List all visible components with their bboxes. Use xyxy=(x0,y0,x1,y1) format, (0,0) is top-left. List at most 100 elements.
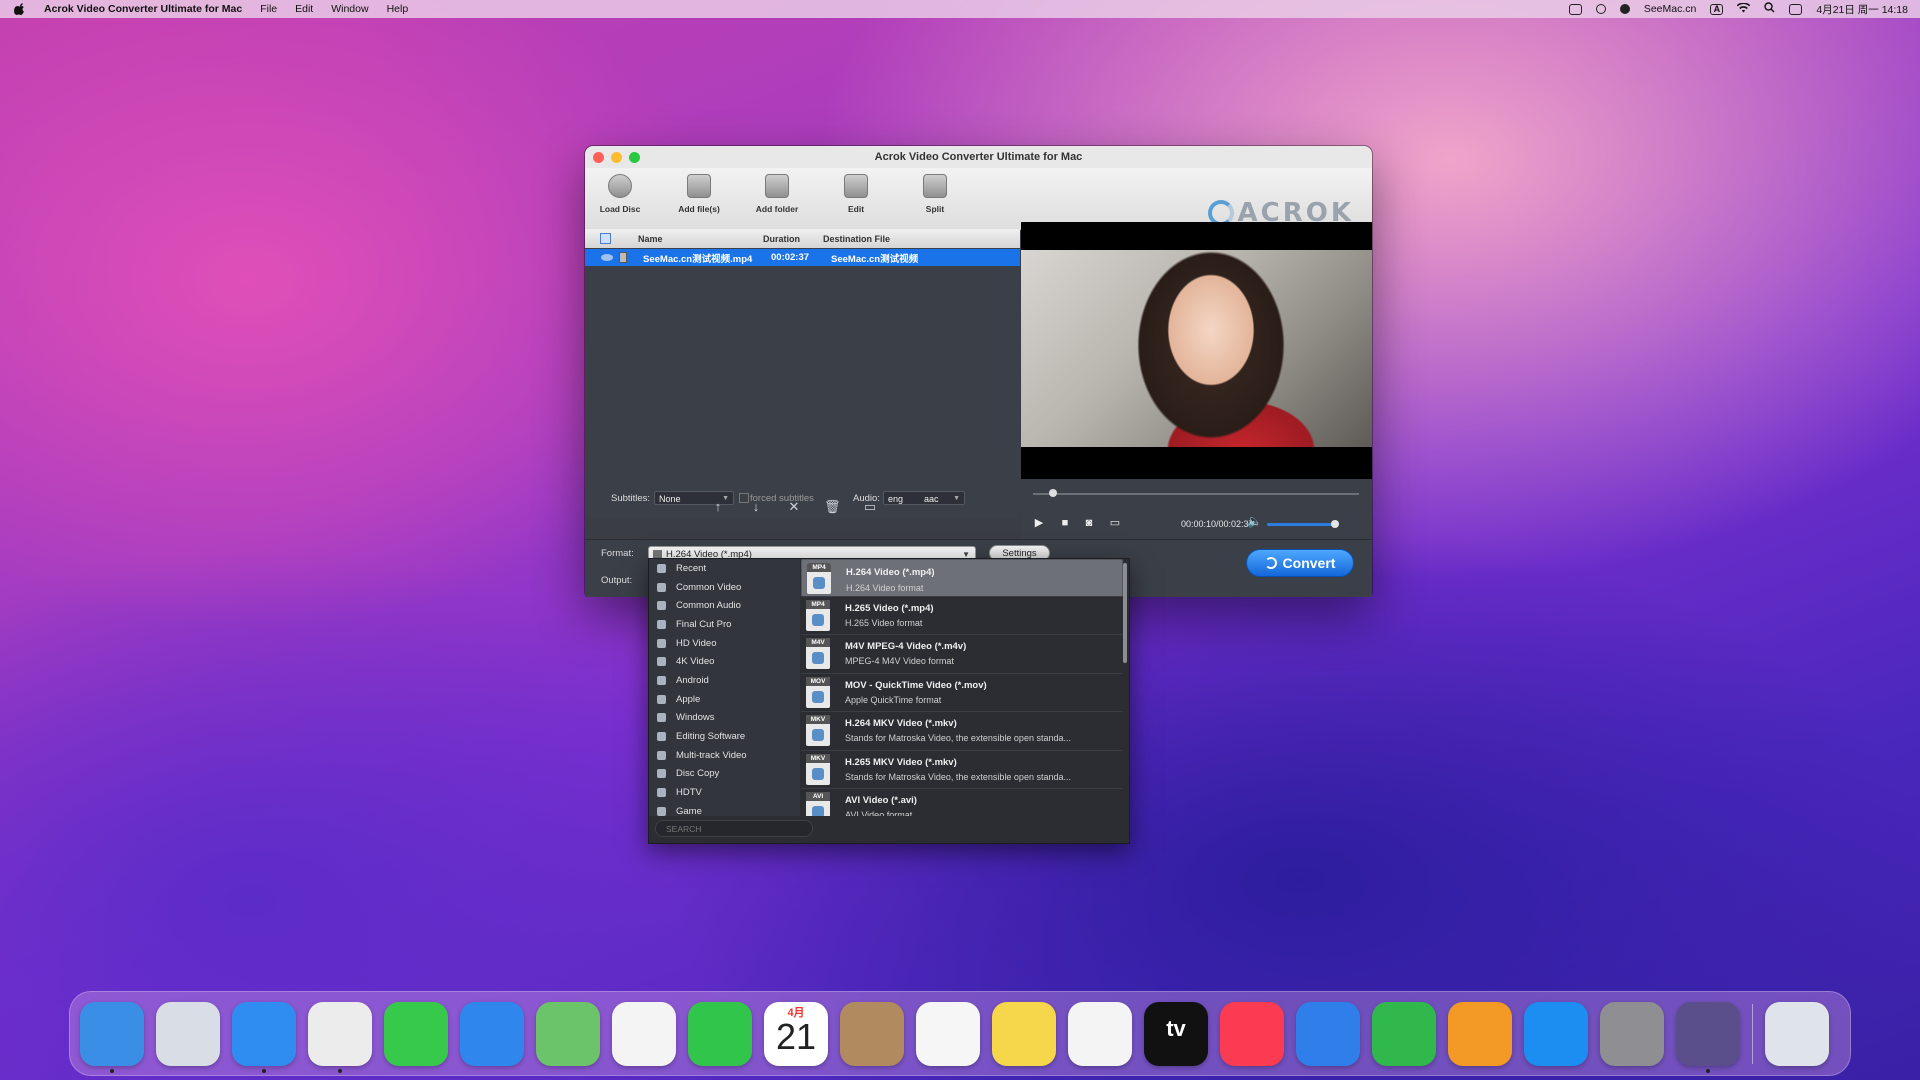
format-item[interactable]: MKV H.265 MKV Video (*.mkv) Stands for Mat… xyxy=(801,751,1123,789)
menu-file[interactable]: File xyxy=(260,3,277,15)
move-down-icon[interactable]: ↓ xyxy=(748,500,764,514)
close-window-button[interactable] xyxy=(593,152,604,163)
header-destination[interactable]: Destination File xyxy=(823,234,890,244)
notes-icon[interactable] xyxy=(992,1001,1056,1066)
calendar-icon[interactable]: 4月 21 xyxy=(764,1001,828,1066)
category-item[interactable]: HDTV xyxy=(649,783,800,802)
appletv-icon[interactable]: tv xyxy=(1144,1001,1208,1066)
category-icon xyxy=(657,563,666,573)
launchpad-icon[interactable] xyxy=(156,1001,220,1066)
music-icon[interactable] xyxy=(1220,1001,1284,1066)
category-item[interactable]: Multi-track Video xyxy=(649,746,800,765)
format-item[interactable]: MP4 H.265 Video (*.mp4) H.265 Video format xyxy=(801,597,1123,635)
control-center-icon[interactable] xyxy=(1789,3,1803,15)
format-glyph-icon xyxy=(812,613,824,626)
menu-app-name[interactable]: Acrok Video Converter Ultimate for Mac xyxy=(44,3,242,15)
brightness-icon[interactable] xyxy=(1595,4,1606,14)
preview-eye-icon[interactable] xyxy=(601,254,613,261)
appstore-icon[interactable] xyxy=(1524,1001,1588,1066)
contacts-icon[interactable] xyxy=(840,1001,904,1066)
trash-clear-icon[interactable]: 🗑 xyxy=(824,500,841,514)
acrok-converter-icon[interactable] xyxy=(1676,1001,1740,1073)
mail-icon[interactable] xyxy=(460,1001,524,1066)
volume-slider[interactable] xyxy=(1267,520,1339,528)
format-list-scrollbar[interactable] xyxy=(1123,563,1127,663)
safari-icon[interactable] xyxy=(232,1001,296,1073)
category-item[interactable]: Apple xyxy=(649,690,800,709)
wifi-icon[interactable] xyxy=(1737,1,1751,16)
seek-knob[interactable] xyxy=(1048,489,1057,497)
category-item[interactable]: 4K Video xyxy=(649,652,800,671)
apple-icon[interactable] xyxy=(14,3,26,16)
finder-icon[interactable] xyxy=(80,1001,144,1073)
input-source-icon[interactable]: A xyxy=(1710,3,1724,15)
maps-icon[interactable] xyxy=(536,1001,600,1066)
reminders-icon[interactable] xyxy=(916,1001,980,1066)
trash-icon[interactable] xyxy=(1765,1001,1829,1066)
facetime-icon[interactable] xyxy=(688,1001,752,1066)
play-icon[interactable]: ▶ xyxy=(1033,517,1045,529)
info-comment-icon[interactable]: ▭ xyxy=(862,500,878,514)
menu-edit[interactable]: Edit xyxy=(295,3,313,15)
messages-icon[interactable] xyxy=(384,1001,448,1066)
open-folder-icon[interactable]: ▭ xyxy=(1109,517,1121,529)
add-folder-button[interactable]: Add folder xyxy=(742,174,812,214)
pages-icon[interactable] xyxy=(1448,1001,1512,1066)
header-name[interactable]: Name xyxy=(638,234,763,244)
menu-datetime[interactable]: 4月21日 周一 14:18 xyxy=(1816,2,1908,17)
minimize-window-button[interactable] xyxy=(611,152,622,163)
category-item[interactable]: Common Video xyxy=(649,578,800,597)
format-item[interactable]: MP4 H.264 Video (*.mp4) H.264 Video format xyxy=(801,559,1123,597)
seek-track[interactable] xyxy=(1033,493,1359,495)
snapshot-camera-icon[interactable]: ◙ xyxy=(1083,517,1095,529)
format-search-input[interactable]: SEARCH xyxy=(655,820,813,837)
category-item[interactable]: HD Video xyxy=(649,634,800,653)
remove-icon[interactable]: ✕ xyxy=(786,500,802,514)
category-item[interactable]: Game xyxy=(649,802,800,821)
format-item[interactable]: M4V M4V MPEG-4 Video (*.m4v) MPEG-4 M4V Vi… xyxy=(801,635,1123,674)
audio-select[interactable]: eng aac ▼ xyxy=(883,491,965,505)
format-item[interactable]: AVI AVI Video (*.avi) AVI Video format xyxy=(801,789,1123,816)
photos-icon[interactable] xyxy=(612,1001,676,1066)
numbers-icon[interactable] xyxy=(1372,1001,1436,1066)
chrome-icon[interactable] xyxy=(308,1001,372,1073)
category-item[interactable]: Common Audio xyxy=(649,596,800,615)
edit-button[interactable]: Edit xyxy=(821,174,891,214)
add-files-button[interactable]: Add file(s) xyxy=(664,174,734,214)
category-item[interactable]: Final Cut Pro xyxy=(649,615,800,634)
category-item[interactable]: Editing Software xyxy=(649,727,800,746)
format-item[interactable]: MOV MOV - QuickTime Video (*.mov) Apple Qu… xyxy=(801,674,1123,712)
volume-speaker-icon[interactable]: 🔈 xyxy=(1247,515,1262,527)
seek-bar[interactable] xyxy=(1021,479,1372,509)
move-up-icon[interactable]: ↑ xyxy=(710,500,726,514)
keynote-icon[interactable] xyxy=(1296,1001,1360,1066)
running-indicator xyxy=(1706,1068,1710,1073)
load-disc-button[interactable]: Load Disc xyxy=(585,174,655,214)
file-row[interactable]: SeeMac.cn测试视频.mp4 00:02:37 SeeMac.cn测试视频 xyxy=(585,249,1020,266)
menu-window[interactable]: Window xyxy=(331,3,368,15)
volume-knob[interactable] xyxy=(1331,520,1339,528)
format-description: H.264 Video format xyxy=(846,583,924,593)
header-duration[interactable]: Duration xyxy=(763,234,823,244)
format-description: AVI Video format xyxy=(845,810,913,816)
stop-icon[interactable]: ■ xyxy=(1059,517,1071,529)
playback-time: 00:00:10/00:02:37 xyxy=(1181,519,1254,529)
convert-button[interactable]: Convert xyxy=(1246,549,1354,577)
focus-moon-icon[interactable] xyxy=(1619,4,1630,14)
app-window: Acrok Video Converter Ultimate for Mac L… xyxy=(585,146,1372,597)
split-button[interactable]: Split xyxy=(900,174,970,214)
freeform-icon[interactable] xyxy=(1068,1001,1132,1066)
spotlight-search-icon[interactable] xyxy=(1764,2,1775,16)
screen-share-icon[interactable] xyxy=(1568,3,1582,15)
select-all-checkbox[interactable] xyxy=(600,233,611,244)
category-item[interactable]: Recent xyxy=(649,559,800,578)
zoom-window-button[interactable] xyxy=(629,152,640,163)
category-item[interactable]: Windows xyxy=(649,709,800,728)
menu-help[interactable]: Help xyxy=(387,3,409,15)
system-settings-icon[interactable] xyxy=(1600,1001,1664,1066)
category-item[interactable]: Disc Copy xyxy=(649,765,800,784)
file-destination[interactable]: SeeMac.cn测试视频 xyxy=(831,251,918,265)
format-item[interactable]: MKV H.264 MKV Video (*.mkv) Stands for Mat… xyxy=(801,712,1123,751)
category-item[interactable]: Android xyxy=(649,671,800,690)
menu-right-text[interactable]: SeeMac.cn xyxy=(1644,3,1697,15)
